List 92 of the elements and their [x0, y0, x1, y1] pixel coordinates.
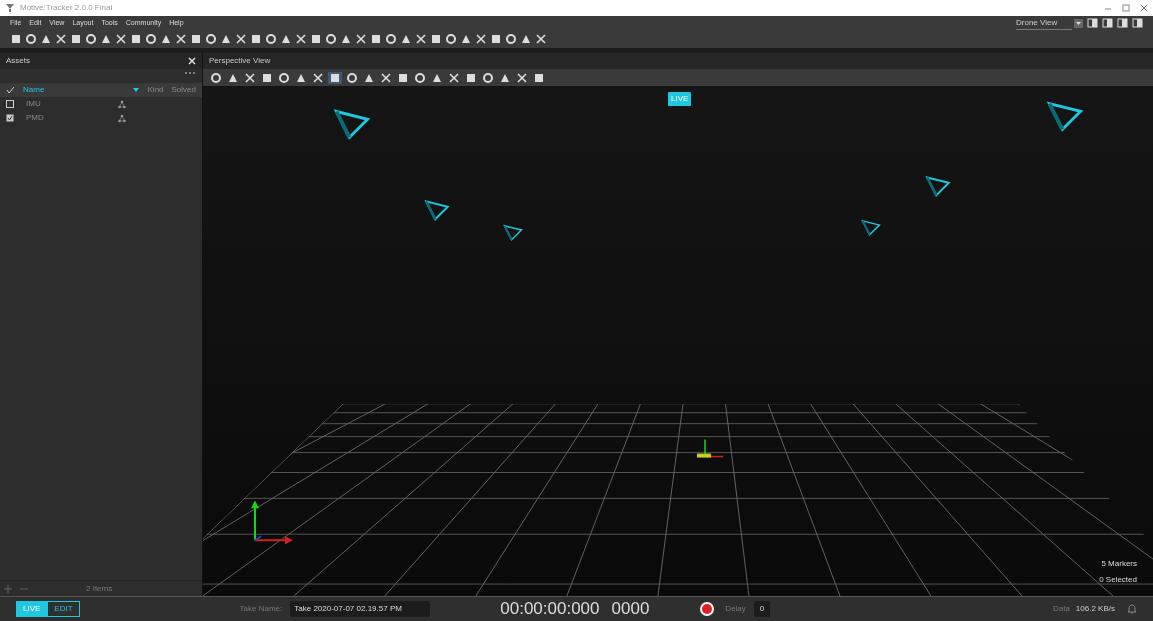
circle-icon[interactable]: [505, 33, 517, 45]
circle-icon[interactable]: [205, 33, 217, 45]
square-icon[interactable]: [490, 33, 502, 45]
column-header[interactable]: Name: [23, 84, 45, 96]
axis-gizmo-drawing: [251, 500, 293, 545]
circle-icon[interactable]: [277, 71, 291, 84]
square-icon[interactable]: [532, 71, 546, 84]
cross-icon[interactable]: [243, 71, 257, 84]
circle-icon[interactable]: [25, 33, 37, 45]
more-options-icon[interactable]: [184, 69, 196, 77]
marker-set-icon: [118, 99, 126, 109]
checkbox[interactable]: [6, 114, 14, 122]
cross-icon[interactable]: [175, 33, 187, 45]
record-button[interactable]: [699, 601, 716, 617]
triangle-icon[interactable]: [400, 33, 412, 45]
circle-icon[interactable]: [445, 33, 457, 45]
circle-icon[interactable]: [345, 71, 359, 84]
layout-icon[interactable]: [1102, 18, 1113, 28]
triangle-icon[interactable]: [100, 33, 112, 45]
square-icon[interactable]: [310, 33, 322, 45]
panel-title: Perspective View: [209, 55, 271, 67]
triangle-icon[interactable]: [40, 33, 52, 45]
origin-marker-drawing: [697, 438, 724, 458]
frame-counter: 0000: [611, 598, 650, 621]
circle-icon[interactable]: [145, 33, 157, 45]
layout-icon[interactable]: [1132, 18, 1143, 28]
asset-name[interactable]: PMD: [26, 112, 106, 124]
cross-icon[interactable]: [535, 33, 547, 45]
camera-icon[interactable]: [503, 224, 523, 242]
marker-set-icon: [118, 113, 126, 123]
cross-icon[interactable]: [447, 71, 461, 84]
square-icon[interactable]: [430, 33, 442, 45]
data-rate-label: Data: [1052, 603, 1070, 615]
square-icon[interactable]: [260, 71, 274, 84]
square-icon[interactable]: [190, 33, 202, 45]
cross-icon[interactable]: [311, 71, 325, 84]
square-icon[interactable]: [396, 71, 410, 84]
sort-caret-icon[interactable]: [131, 86, 140, 94]
square-icon[interactable]: [250, 33, 262, 45]
triangle-icon[interactable]: [340, 33, 352, 45]
cross-icon[interactable]: [295, 33, 307, 45]
camera-icon[interactable]: [333, 109, 371, 140]
triangle-icon[interactable]: [520, 33, 532, 45]
triangle-icon[interactable]: [280, 33, 292, 45]
circle-icon[interactable]: [325, 33, 337, 45]
take-name-field[interactable]: Take 2020-07-07 02.19.57 PM: [290, 601, 431, 617]
cross-icon[interactable]: [355, 33, 367, 45]
camera-icon[interactable]: [861, 219, 881, 237]
cross-icon[interactable]: [475, 33, 487, 45]
checkmark-icon: [6, 86, 15, 94]
cross-icon[interactable]: [115, 33, 127, 45]
live-badge: LIVE: [668, 92, 692, 106]
circle-icon[interactable]: [385, 33, 397, 45]
marker-count: 5 Markers: [1100, 558, 1137, 570]
layout-dropdown[interactable]: Drone View: [1016, 16, 1072, 30]
camera-icon[interactable]: [424, 199, 450, 221]
circle-icon[interactable]: [265, 33, 277, 45]
dropdown-arrow-icon[interactable]: [1074, 18, 1083, 28]
asset-name[interactable]: IMU: [26, 98, 106, 110]
take-name-label: Take Name:: [239, 603, 283, 615]
layout-icon[interactable]: [1087, 18, 1098, 28]
data-rate-value: 106.2 KB/s: [1075, 603, 1115, 615]
cross-icon[interactable]: [415, 33, 427, 45]
timecode: 00:00:00:000: [500, 598, 600, 621]
camera-icon[interactable]: [1046, 101, 1084, 132]
circle-icon[interactable]: [209, 71, 223, 84]
selected-count: 0 Selected: [1099, 574, 1137, 586]
square-icon[interactable]: [10, 33, 22, 45]
delay-field[interactable]: 0: [753, 601, 771, 617]
mode-toggle[interactable]: EDIT: [47, 601, 80, 617]
app-icon: [4, 2, 16, 14]
square-icon[interactable]: [328, 71, 342, 84]
circle-icon[interactable]: [481, 71, 495, 84]
circle-icon[interactable]: [413, 71, 427, 84]
cross-icon[interactable]: [515, 71, 529, 84]
layout-icon[interactable]: [1117, 18, 1128, 28]
panel-title: Assets: [6, 55, 30, 67]
camera-icon[interactable]: [925, 175, 951, 198]
window-title: Motive:Tracker 2.0.0 Final: [20, 2, 113, 14]
cross-icon[interactable]: [235, 33, 247, 45]
cross-icon[interactable]: [379, 71, 393, 84]
delay-label: Delay: [725, 603, 746, 615]
square-icon[interactable]: [464, 71, 478, 84]
square-icon[interactable]: [130, 33, 142, 45]
bell-icon[interactable]: [1127, 604, 1137, 614]
triangle-icon[interactable]: [220, 33, 232, 45]
square-icon[interactable]: [70, 33, 82, 45]
cross-icon[interactable]: [55, 33, 67, 45]
circle-icon[interactable]: [85, 33, 97, 45]
triangle-icon[interactable]: [160, 33, 172, 45]
square-icon[interactable]: [370, 33, 382, 45]
triangle-icon[interactable]: [460, 33, 472, 45]
